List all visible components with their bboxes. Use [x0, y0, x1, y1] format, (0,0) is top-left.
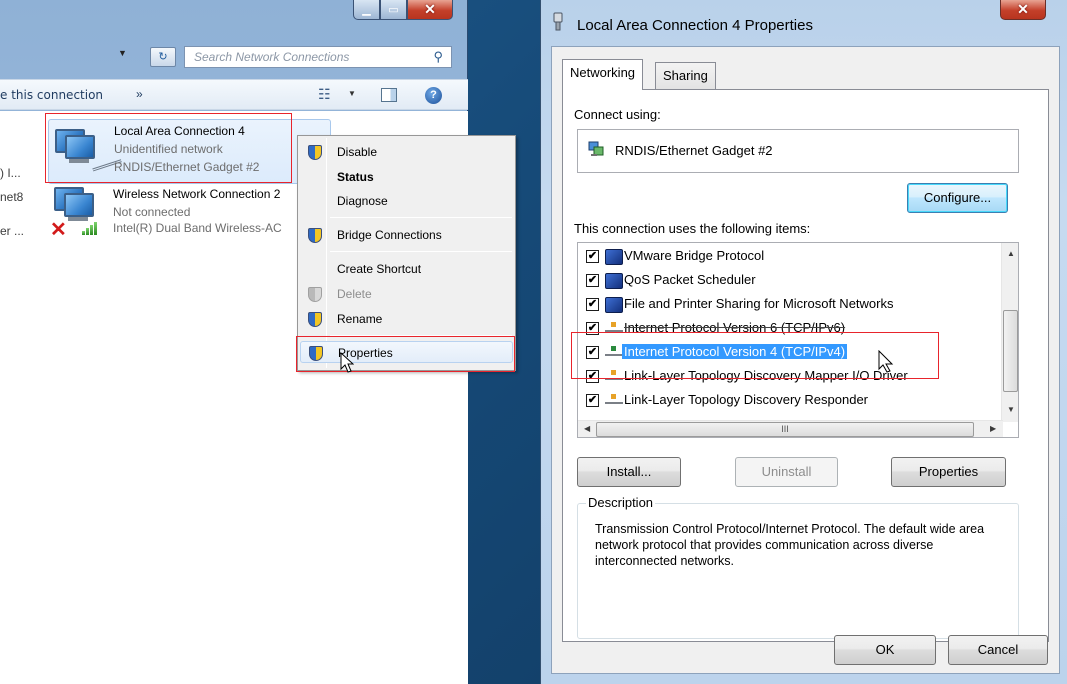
menu-item-status[interactable]: Status [300, 166, 513, 188]
dialog-titlebar: Local Area Connection 4 Properties ✕ [541, 0, 1067, 46]
minimize-button[interactable]: ▁ [353, 0, 380, 20]
properties-dialog: Local Area Connection 4 Properties ✕ Net… [540, 0, 1067, 684]
refresh-icon[interactable]: ↻ [150, 47, 176, 67]
connection-status: Not connected [113, 205, 191, 219]
horizontal-scroll-thumb[interactable]: III [596, 422, 974, 437]
disconnected-x-icon: ✕ [50, 219, 67, 241]
command-bar: e this connection » ☷ ▼ ? [0, 79, 468, 110]
search-icon[interactable]: ⚲ [433, 49, 443, 65]
item-checkbox[interactable]: ✔ [586, 394, 599, 407]
protocol-icon [605, 273, 623, 289]
item-label: Link-Layer Topology Discovery Responder [624, 392, 868, 407]
mouse-cursor-icon [878, 350, 894, 373]
menu-item-bridge-connections[interactable]: Bridge Connections [300, 224, 513, 246]
uac-shield-icon [308, 287, 322, 302]
clipped-column-text: net8 [0, 190, 24, 204]
horizontal-scrollbar[interactable]: ◀ III ▶ [578, 420, 1003, 437]
close-button[interactable]: ✕ [407, 0, 453, 20]
address-dropdown-icon[interactable]: ▼ [118, 48, 148, 66]
connect-using-label: Connect using: [574, 107, 661, 122]
more-commands-button[interactable]: » [136, 87, 143, 101]
vertical-scroll-thumb[interactable] [1003, 310, 1018, 392]
search-input[interactable]: Search Network Connections ⚲ [184, 46, 452, 68]
view-options-dropdown-icon[interactable]: ▼ [348, 89, 356, 98]
menu-item-delete[interactable]: Delete [300, 283, 513, 305]
preview-pane-icon[interactable] [381, 88, 397, 102]
item-checkbox[interactable]: ✔ [586, 298, 599, 311]
menu-item-rename[interactable]: Rename [300, 308, 513, 330]
list-item[interactable]: ✔ Link-Layer Topology Discovery Responde… [578, 389, 1008, 413]
adapter-name: RNDIS/Ethernet Gadget #2 [615, 143, 773, 158]
description-text: Transmission Control Protocol/Internet P… [595, 522, 985, 568]
menu-item-create-shortcut[interactable]: Create Shortcut [300, 258, 513, 280]
mouse-cursor-icon [340, 352, 354, 373]
network-connections-window: ▁ ▭ ✕ ▼ ↻ Search Network Connections ⚲ e… [0, 0, 516, 684]
uac-shield-icon [308, 145, 322, 160]
menu-item-label: Status [337, 170, 374, 184]
adapter-field: RNDIS/Ethernet Gadget #2 [577, 129, 1019, 173]
list-item[interactable]: ✔ VMware Bridge Protocol [578, 245, 1008, 269]
window-controls: ▁ ▭ ✕ [353, 0, 453, 22]
protocol-icon [605, 322, 623, 332]
uac-shield-icon [308, 312, 322, 327]
protocol-icon [605, 297, 623, 313]
description-group: Description Transmission Control Protoco… [577, 495, 1019, 639]
scroll-left-icon[interactable]: ◀ [584, 424, 590, 433]
menu-item-label: Delete [337, 287, 372, 301]
menu-item-diagnose[interactable]: Diagnose [300, 190, 513, 212]
connection-device: Intel(R) Dual Band Wireless-AC [113, 221, 282, 235]
wireless-signal-icon [82, 221, 97, 235]
description-legend: Description [586, 495, 656, 510]
menu-item-label: Disable [337, 145, 378, 159]
tab-sharing[interactable]: Sharing [655, 62, 716, 89]
item-checkbox[interactable]: ✔ [586, 250, 599, 263]
network-plug-icon [553, 12, 563, 31]
menu-item-label: Rename [337, 312, 383, 326]
change-view-icon[interactable]: ☷ [318, 86, 331, 103]
items-label: This connection uses the following items… [574, 221, 811, 236]
highlight-box [296, 336, 515, 372]
connection-title: Wireless Network Connection 2 [113, 187, 281, 201]
scroll-up-icon[interactable]: ▲ [1007, 249, 1015, 258]
help-icon[interactable]: ? [425, 87, 442, 104]
item-label: VMware Bridge Protocol [624, 248, 765, 263]
scroll-right-icon[interactable]: ▶ [990, 424, 996, 433]
item-checkbox[interactable]: ✔ [586, 274, 599, 287]
search-placeholder: Search Network Connections [194, 50, 350, 64]
configure-button[interactable]: Configure... [907, 183, 1008, 213]
dialog-close-button[interactable]: ✕ [1000, 0, 1046, 20]
tab-networking[interactable]: Networking [562, 59, 644, 90]
menu-item-label: Bridge Connections [337, 228, 442, 242]
list-item[interactable]: ✔ File and Printer Sharing for Microsoft… [578, 293, 1008, 317]
maximize-button[interactable]: ▭ [380, 0, 407, 20]
properties-button[interactable]: Properties [891, 457, 1006, 487]
cancel-button[interactable]: Cancel [948, 635, 1048, 665]
list-item[interactable]: ✔ QoS Packet Scheduler [578, 269, 1008, 293]
connection-item-wireless-2[interactable]: ✕ Wireless Network Connection 2 Not conn… [48, 187, 298, 243]
rename-connection-command[interactable]: e this connection [0, 88, 103, 102]
network-adapter-icon [588, 141, 604, 156]
menu-item-label: Create Shortcut [337, 262, 422, 276]
ok-button[interactable]: OK [834, 635, 936, 665]
install-button[interactable]: Install... [577, 457, 681, 487]
protocol-icon [605, 249, 623, 265]
uninstall-button[interactable]: Uninstall [735, 457, 838, 487]
protocol-icon [605, 394, 623, 404]
menu-item-label: Diagnose [337, 194, 388, 208]
dialog-title: Local Area Connection 4 Properties [577, 17, 813, 34]
network-adapter-icon [54, 187, 94, 221]
highlight-box [45, 113, 292, 183]
item-label: QoS Packet Scheduler [624, 272, 756, 287]
uac-shield-icon [308, 228, 322, 243]
item-label: File and Printer Sharing for Microsoft N… [624, 296, 894, 311]
menu-item-disable[interactable]: Disable [300, 141, 513, 163]
vertical-scrollbar[interactable]: ▲ ▼ [1001, 243, 1018, 422]
clipped-column-text: ) I... [0, 166, 21, 180]
clipped-column-text: er ... [0, 224, 25, 238]
address-row: ▼ ↻ Search Network Connections ⚲ [0, 44, 468, 70]
scroll-down-icon[interactable]: ▼ [1007, 405, 1015, 414]
